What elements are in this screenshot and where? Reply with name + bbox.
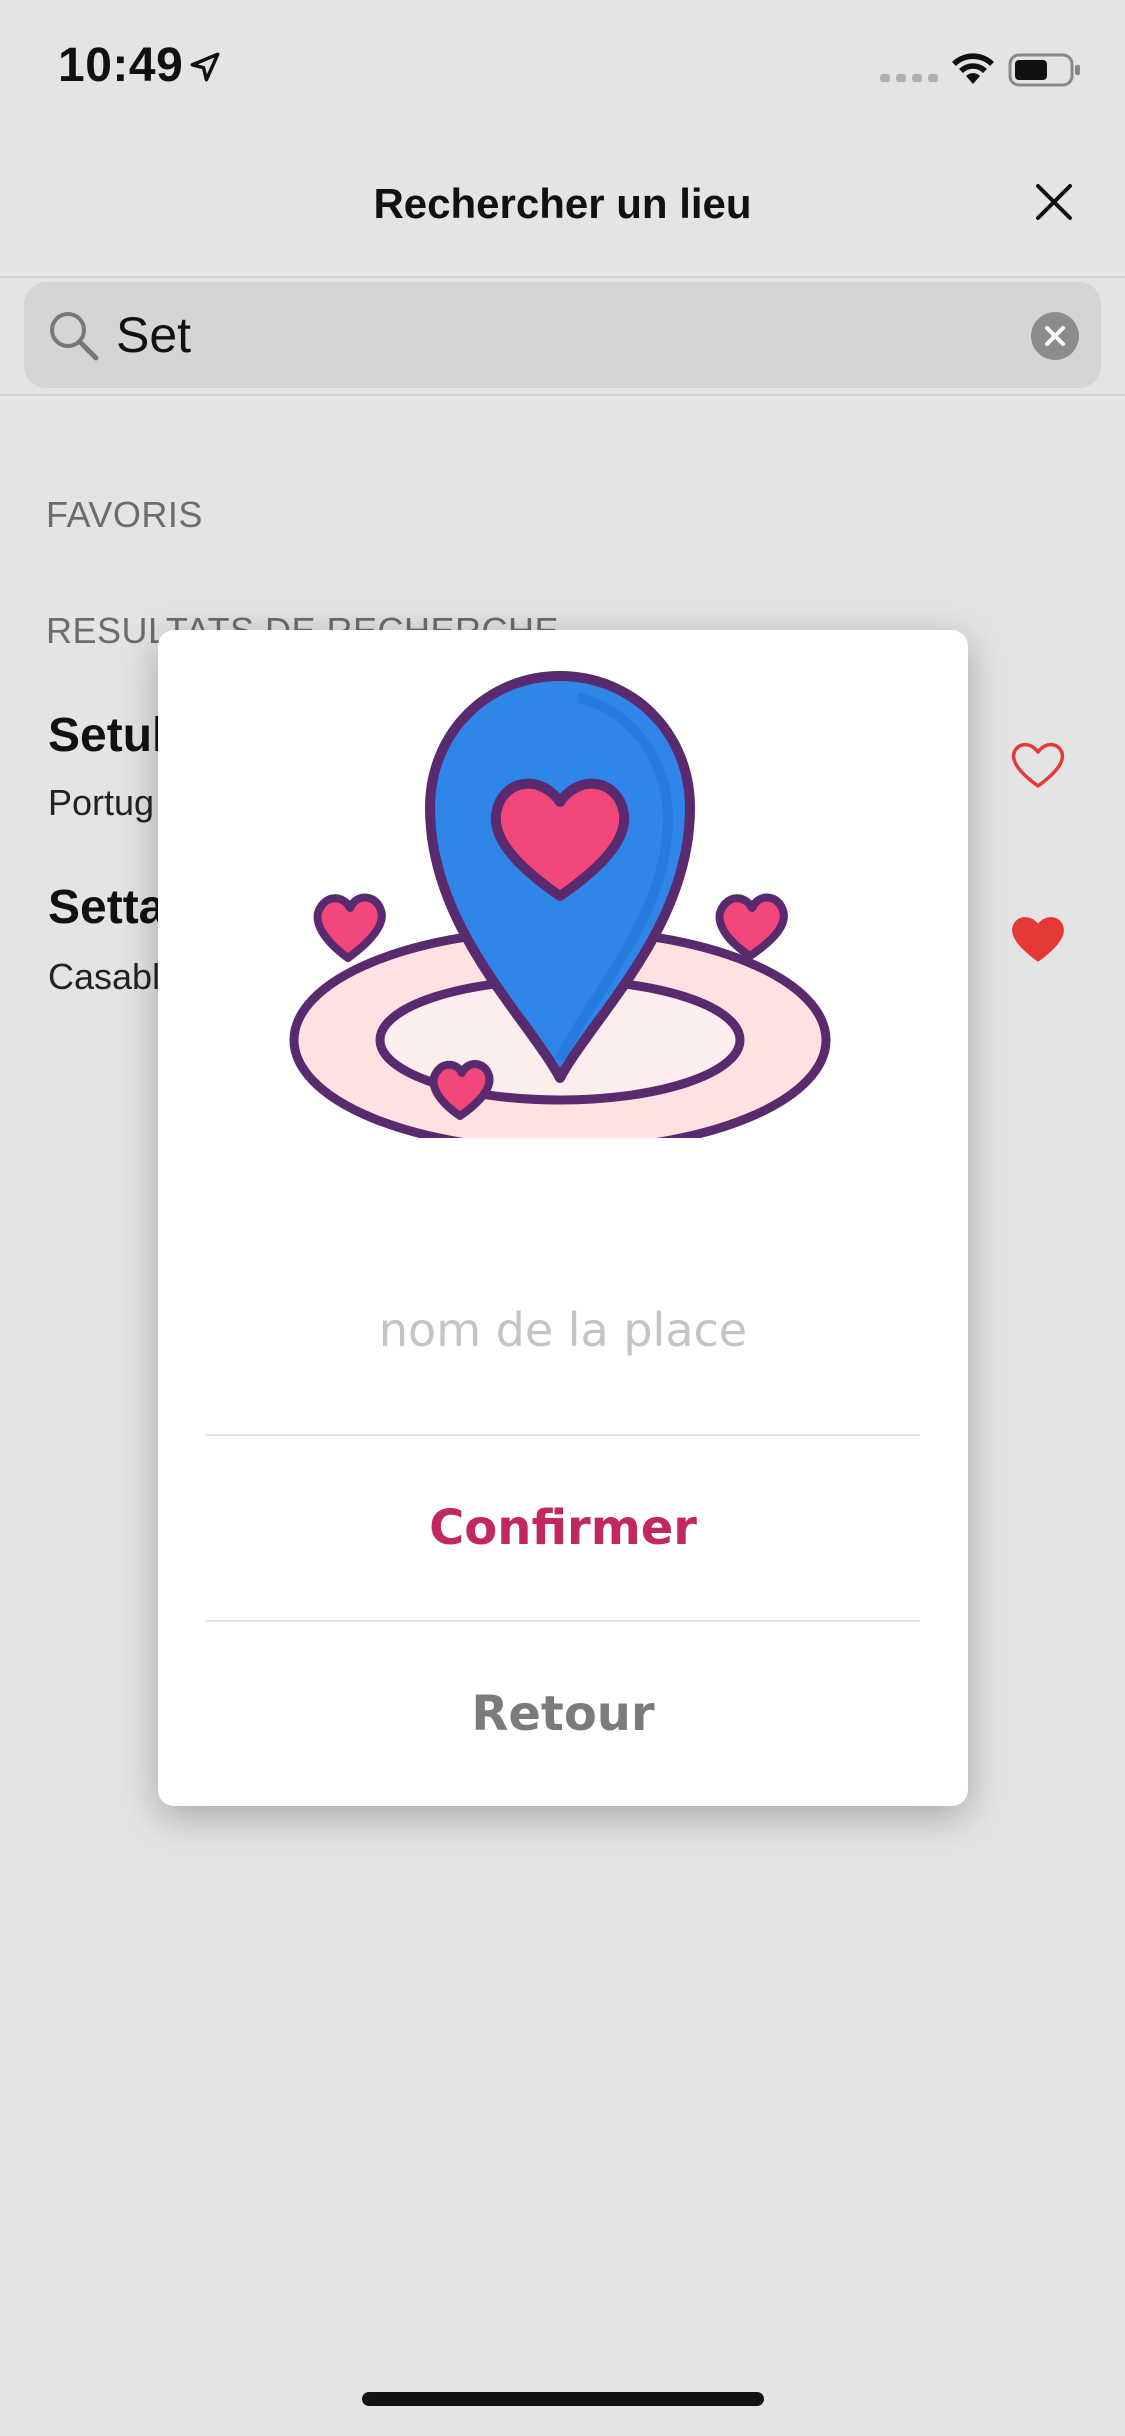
- heart-outline-icon[interactable]: [1010, 740, 1066, 790]
- result-subtitle: Casabl: [48, 956, 161, 997]
- clear-search-button[interactable]: [1031, 312, 1079, 360]
- status-bar: 10:49: [0, 0, 1125, 140]
- close-icon[interactable]: [1030, 178, 1078, 226]
- search-icon: [50, 312, 99, 361]
- wifi-icon: [952, 53, 994, 84]
- status-time: 10:49: [58, 39, 184, 92]
- location-arrow-icon: [190, 52, 220, 82]
- header: Rechercher un lieu: [0, 140, 1125, 278]
- cellular-signal-icon: [880, 74, 938, 82]
- page-title: Rechercher un lieu: [373, 180, 752, 227]
- confirm-button[interactable]: Confirmer: [206, 1436, 920, 1620]
- heart-filled-icon[interactable]: [1010, 914, 1066, 964]
- back-button[interactable]: Retour: [206, 1622, 920, 1806]
- search-input[interactable]: [116, 300, 1016, 370]
- result-title: Setta: [48, 881, 166, 934]
- home-indicator[interactable]: [362, 2392, 764, 2406]
- result-subtitle: Portug: [48, 782, 155, 823]
- clear-icon: [1045, 326, 1065, 346]
- location-heart-illustration-icon: [289, 671, 831, 1138]
- search-bar: [0, 278, 1125, 396]
- search-field[interactable]: [24, 282, 1101, 388]
- favorites-section-label: FAVORIS: [46, 494, 203, 535]
- result-title: Setul: [48, 709, 166, 762]
- place-name-input[interactable]: [206, 1290, 920, 1370]
- battery-icon: [1008, 53, 1080, 87]
- add-place-dialog: Confirmer Retour: [158, 630, 968, 1806]
